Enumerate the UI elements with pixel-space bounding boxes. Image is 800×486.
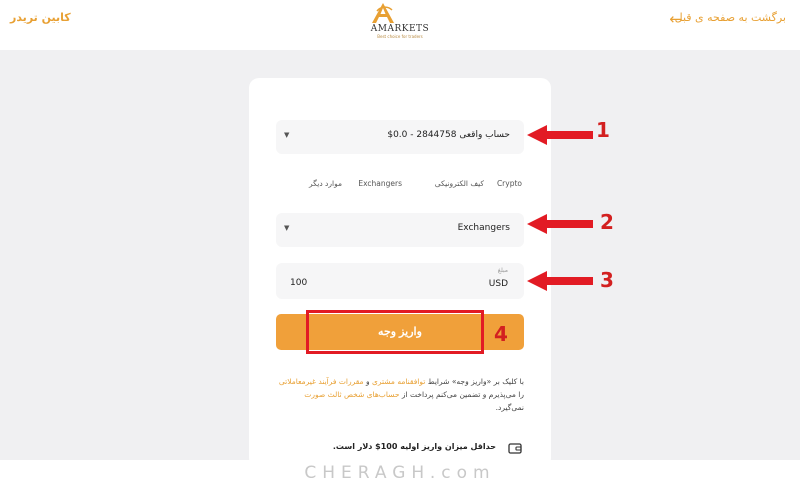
non-trading-rules-link[interactable]: مقررات فرآیند غیرمعاملاتی <box>279 377 364 386</box>
terms-text: با کلیک بر «واریز وجه» شرایط توافقنامه م… <box>276 375 524 414</box>
min-deposit-note: حداقل میزان واریز اولیه 100$ دلار است. <box>276 442 524 456</box>
payment-method-value: Exchangers <box>457 223 510 233</box>
watermark: CHERAGH.com <box>304 463 496 483</box>
account-select-value: حساب واقعی 2844758 - 0.0$ <box>387 130 510 140</box>
annotation-number: 1 <box>596 118 610 142</box>
tab-other[interactable]: موارد دیگر <box>309 179 342 188</box>
annotation-number: 4 <box>494 322 508 346</box>
amount-field[interactable]: مبلغ USD 100 <box>276 263 524 299</box>
payment-method-select[interactable]: Exchangers ▼ <box>276 213 524 247</box>
min-deposit-text: حداقل میزان واریز اولیه 100$ دلار است. <box>332 442 496 451</box>
logo-tagline: Best choice for traders <box>377 34 423 39</box>
red-arrow-icon <box>527 214 593 234</box>
annotation-number: 2 <box>600 210 614 234</box>
terms-part: نمی‌گیرد. <box>495 403 524 412</box>
amarkets-logo[interactable]: AMARKETS Best choice for traders <box>368 2 432 42</box>
dropdown-caret-icon: ▼ <box>284 131 290 139</box>
tab-crypto[interactable]: Crypto <box>497 179 522 188</box>
footer-watermark-bar: CHERAGH.com <box>0 460 800 486</box>
tab-e-wallet[interactable]: کیف الکترونیکی <box>435 179 484 188</box>
trader-cabinet-link[interactable]: کابین تریدر <box>10 11 71 24</box>
terms-part: و <box>363 377 372 386</box>
logo-a-icon <box>372 3 394 23</box>
amount-label: مبلغ <box>497 267 508 274</box>
amount-value[interactable]: 100 <box>290 278 307 288</box>
third-party-accounts-link[interactable]: حساب‌های شخص ثالث صورت <box>304 390 399 399</box>
customer-agreement-link[interactable]: توافقنامه مشتری <box>372 377 425 386</box>
tab-exchangers[interactable]: Exchangers <box>358 179 402 188</box>
account-select[interactable]: حساب واقعی 2844758 - 0.0$ ▼ <box>276 120 524 154</box>
terms-part: را می‌پذیرم و تضمین می‌کنم پرداخت از <box>399 390 524 399</box>
red-arrow-icon <box>527 125 593 145</box>
deposit-highlight-box <box>306 310 484 354</box>
logo-wordmark: AMARKETS <box>370 24 430 34</box>
annotation-number: 3 <box>600 268 614 292</box>
payment-method-tabs: Crypto کیف الکترونیکی Exchangers موارد د… <box>300 179 522 193</box>
amount-currency: USD <box>488 279 508 289</box>
top-bar: ← برگشت به صفحه ی قبل AMARKETS Best choi… <box>0 0 800 50</box>
back-link[interactable]: برگشت به صفحه ی قبل <box>675 11 786 24</box>
wallet-icon <box>508 443 522 454</box>
dropdown-caret-icon: ▼ <box>284 224 290 232</box>
terms-part: با کلیک بر «واریز وجه» شرایط <box>425 377 524 386</box>
red-arrow-icon <box>527 271 593 291</box>
